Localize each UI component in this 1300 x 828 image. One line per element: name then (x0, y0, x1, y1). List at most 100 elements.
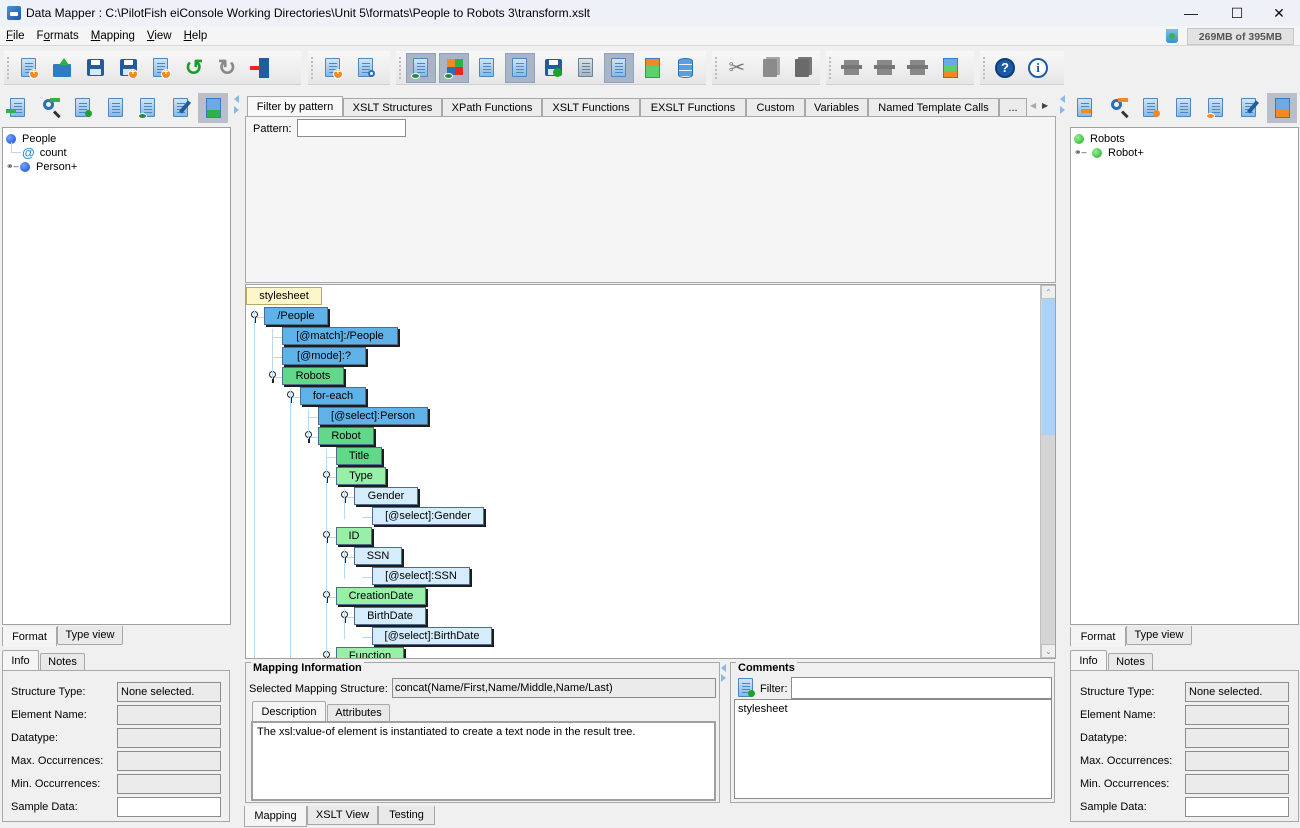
move-down-button[interactable] (902, 53, 932, 83)
move-up-button[interactable] (836, 53, 866, 83)
format-settings-button[interactable] (351, 53, 381, 83)
tab-info-right[interactable]: Info (1070, 650, 1107, 670)
help-button[interactable]: ? (990, 53, 1020, 83)
exit-button[interactable] (245, 53, 275, 83)
comment-item[interactable]: stylesheet (738, 703, 1048, 715)
mapping-node[interactable]: Title (336, 447, 382, 465)
mapping-node[interactable]: Function (336, 647, 404, 658)
layout-button[interactable] (637, 53, 667, 83)
menu-help[interactable]: Help (178, 30, 214, 42)
sample-data-field[interactable] (1185, 797, 1289, 817)
target-structure-button[interactable] (1169, 93, 1199, 123)
expand-left-arrow[interactable] (234, 106, 239, 114)
about-button[interactable]: i (1023, 53, 1053, 83)
color-stack-button[interactable] (935, 53, 965, 83)
tab-exslt-functions[interactable]: EXSLT Functions (640, 98, 746, 117)
target-notes-button[interactable] (1136, 93, 1166, 123)
tree-item-person[interactable]: ⚭– Person+ (6, 159, 77, 174)
menu-mapping[interactable]: Mapping (85, 30, 141, 42)
tree-item-robots[interactable]: Robots (1074, 131, 1125, 146)
mapping-node[interactable]: Robots (282, 367, 344, 385)
mapping-node[interactable]: for-each (300, 387, 366, 405)
copy-button[interactable] (755, 53, 785, 83)
source-edit-button[interactable] (166, 93, 196, 123)
collapse-left-arrow[interactable] (234, 95, 239, 103)
tab-info-left[interactable]: Info (2, 650, 39, 670)
save-as-button[interactable] (113, 53, 143, 83)
target-edit-button[interactable] (1234, 93, 1264, 123)
tree-item-people[interactable]: People (6, 131, 56, 146)
view-info-button[interactable] (406, 52, 436, 83)
mapping-node[interactable]: Robot (318, 427, 374, 445)
add-format-button[interactable] (318, 53, 348, 83)
save-button[interactable] (80, 53, 110, 83)
export-xls-button[interactable] (146, 53, 176, 83)
minimize-button[interactable]: — (1168, 0, 1214, 26)
mapping-node[interactable]: Gender (354, 487, 418, 505)
tab-testing[interactable]: Testing (378, 806, 435, 825)
memory-indicator[interactable]: 269MB of 395MB (1187, 28, 1294, 45)
maximize-button[interactable]: ☐ (1214, 0, 1260, 26)
tab-description[interactable]: Description (252, 701, 326, 721)
tab-attributes[interactable]: Attributes (327, 704, 390, 721)
source-select-button[interactable] (198, 93, 229, 123)
garbage-collect-icon[interactable] (1166, 29, 1178, 43)
tab-type-view-right[interactable]: Type view (1126, 626, 1192, 645)
cut-button[interactable]: ✂ (722, 53, 752, 83)
mapping-node[interactable]: CreationDate (336, 587, 426, 605)
tree-item-robot[interactable]: ⚭– Robot+ (1074, 145, 1144, 160)
tab-format-right[interactable]: Format (1070, 627, 1126, 647)
close-button[interactable]: ✕ (1256, 0, 1300, 26)
tab-mapping[interactable]: Mapping (244, 806, 307, 827)
view-colors-button[interactable] (439, 52, 469, 83)
open-button[interactable] (47, 53, 77, 83)
collapse-comments-arrow[interactable] (721, 664, 726, 672)
tab-format-left[interactable]: Format (2, 627, 57, 647)
scroll-thumb[interactable] (1042, 299, 1055, 435)
source-notes-button[interactable] (68, 93, 98, 123)
source-preview-button[interactable] (133, 93, 163, 123)
search-target-button[interactable] (1103, 93, 1133, 123)
scroll-tabs-right-icon[interactable]: ▶ (1042, 101, 1048, 110)
tab-xslt-functions[interactable]: XSLT Functions (542, 98, 640, 117)
expand-right-arrow[interactable] (1060, 106, 1065, 114)
expand-comments-arrow[interactable] (721, 674, 726, 682)
mapping-node[interactable]: Type (336, 467, 386, 485)
sample-data-field[interactable] (117, 797, 221, 817)
mapping-node[interactable]: /People (264, 307, 328, 325)
paste-button[interactable] (787, 53, 817, 83)
pattern-input[interactable] (297, 119, 406, 137)
mapping-node[interactable]: [@match]:/People (282, 327, 398, 345)
collapse-right-arrow[interactable] (1060, 95, 1065, 103)
mapping-tree-scrollbar[interactable]: ⌃ ⌄ (1040, 285, 1055, 658)
tab-named-template-calls[interactable]: Named Template Calls (868, 98, 999, 117)
tab-xpath-functions[interactable]: XPath Functions (442, 98, 542, 117)
search-source-button[interactable] (36, 93, 66, 123)
checklist-button[interactable] (472, 53, 502, 83)
tab-type-view-left[interactable]: Type view (57, 626, 123, 645)
redo-button[interactable]: ↻ (212, 53, 242, 83)
scroll-down-button[interactable]: ⌄ (1041, 644, 1055, 658)
target-preview-button[interactable] (1201, 93, 1231, 123)
xml-source-button[interactable] (505, 52, 535, 83)
tab-more[interactable]: ... (999, 98, 1027, 117)
tab-xslt-view[interactable]: XSLT View (307, 806, 378, 825)
notepad-icon[interactable] (736, 677, 756, 699)
tab-xslt-structures[interactable]: XSLT Structures (343, 98, 442, 117)
save-schedule-button[interactable] (538, 53, 568, 83)
undo-button[interactable]: ↺ (179, 53, 209, 83)
source-structure-button[interactable] (101, 93, 131, 123)
scroll-tabs-left-icon[interactable]: ◀ (1030, 101, 1036, 110)
new-document-button[interactable] (14, 53, 44, 83)
mapping-node[interactable]: stylesheet (246, 287, 322, 305)
target-select-button[interactable] (1267, 93, 1298, 123)
mapping-node[interactable]: [@select]:Gender (372, 507, 484, 525)
tab-notes-left[interactable]: Notes (40, 653, 85, 670)
menu-file[interactable]: File (0, 30, 31, 42)
namespace-button[interactable] (604, 52, 634, 83)
mapping-node[interactable]: ID (336, 527, 372, 545)
menu-view[interactable]: View (141, 30, 178, 42)
scroll-up-button[interactable]: ⌃ (1041, 285, 1055, 299)
mapping-node[interactable]: [@mode]:? (282, 347, 366, 365)
menu-formats[interactable]: Formats (31, 30, 85, 42)
